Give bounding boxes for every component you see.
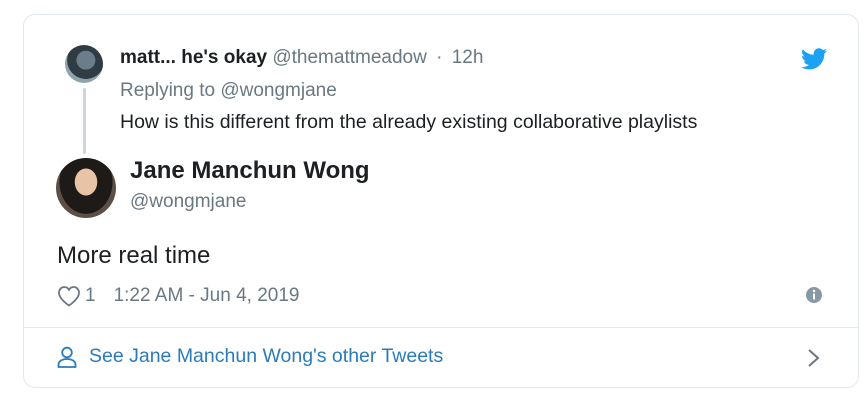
- twitter-bird-icon[interactable]: [801, 48, 827, 70]
- reply-timestamp[interactable]: 12h: [452, 47, 484, 68]
- like-count[interactable]: 1: [85, 285, 96, 307]
- author-handle[interactable]: @wongmjane: [130, 191, 246, 213]
- thread-connector-line: [83, 88, 86, 154]
- info-icon[interactable]: [805, 286, 823, 304]
- footer-divider: [24, 327, 858, 328]
- heart-icon[interactable]: [57, 285, 81, 307]
- reply-author-handle[interactable]: @themattmeadow: [272, 47, 426, 68]
- reply-author-avatar[interactable]: [65, 45, 103, 83]
- tweet-meta-row: 1 1:22 AM - Jun 4, 2019: [57, 284, 299, 308]
- reply-header: matt... he's okay @themattmeadow · 12h: [120, 47, 483, 69]
- replying-to-label[interactable]: Replying to @wongmjane: [120, 80, 337, 102]
- author-avatar[interactable]: [56, 158, 116, 218]
- user-icon: [57, 346, 77, 368]
- reply-author-name[interactable]: matt... he's okay: [120, 47, 267, 68]
- reply-text: How is this different from the already e…: [120, 111, 698, 133]
- separator-dot: ·: [436, 47, 443, 68]
- tweet-text: More real time: [57, 242, 211, 269]
- author-name[interactable]: Jane Manchun Wong: [130, 157, 370, 185]
- see-other-tweets-link[interactable]: See Jane Manchun Wong's other Tweets: [57, 345, 443, 368]
- see-other-tweets-label[interactable]: See Jane Manchun Wong's other Tweets: [89, 345, 443, 368]
- tweet-timestamp[interactable]: 1:22 AM - Jun 4, 2019: [114, 285, 300, 307]
- chevron-right-icon[interactable]: [806, 347, 822, 369]
